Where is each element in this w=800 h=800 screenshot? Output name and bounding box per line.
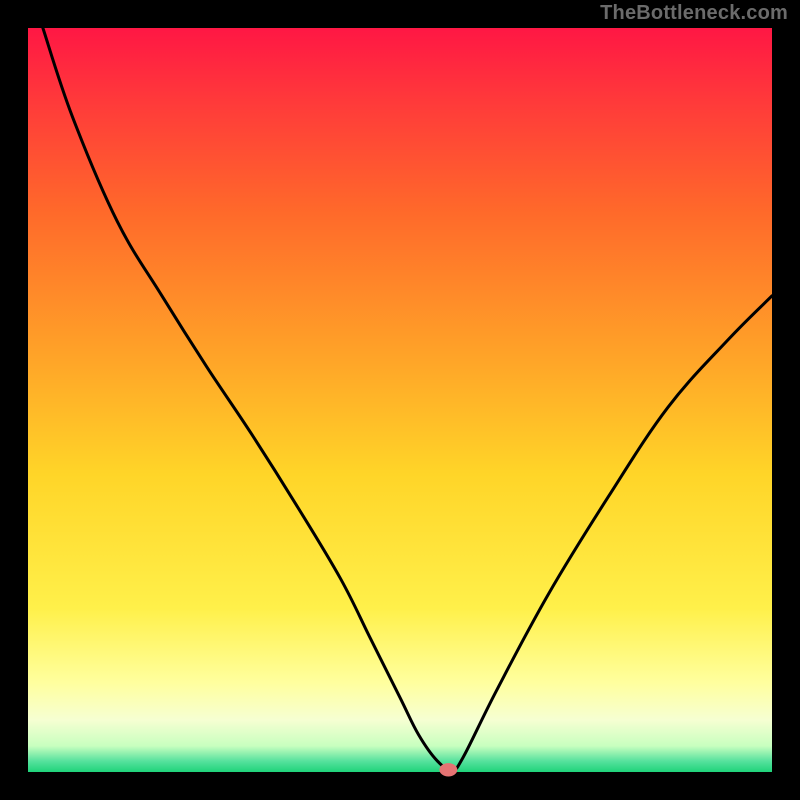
chart-container: TheBottleneck.com [0,0,800,800]
plot-background [28,28,772,772]
minimum-marker [439,763,457,776]
watermark-text: TheBottleneck.com [600,2,788,25]
bottleneck-chart [0,0,800,800]
